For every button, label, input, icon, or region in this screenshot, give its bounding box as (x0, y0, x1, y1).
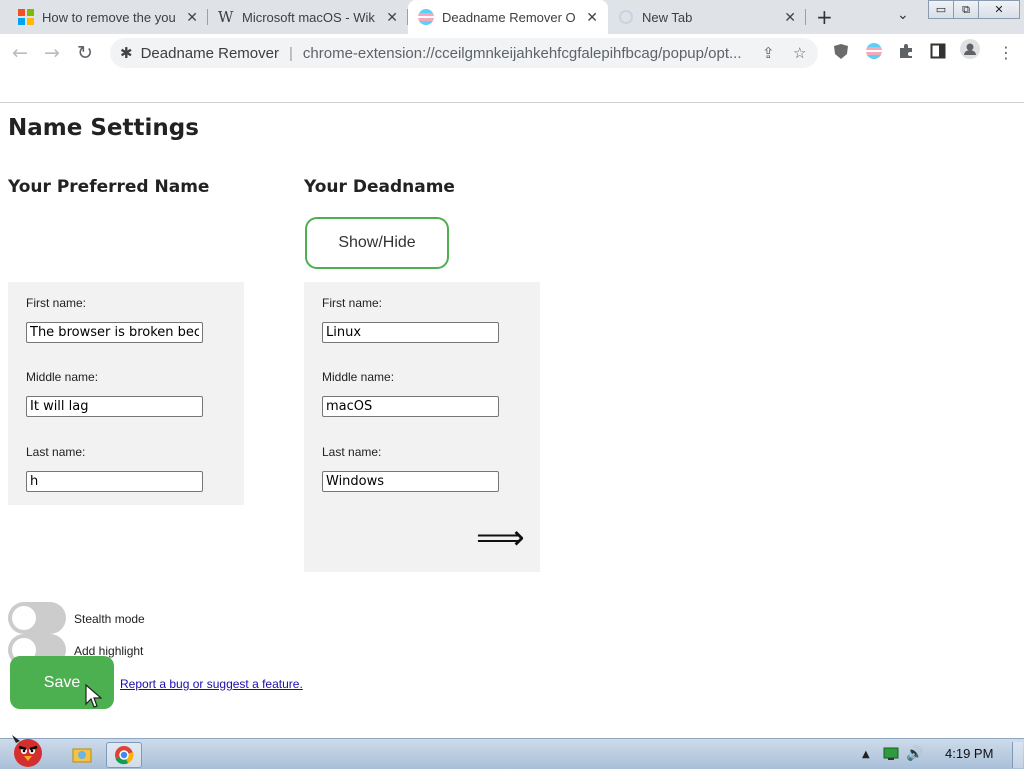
microsoft-icon (18, 9, 34, 25)
middle-name-label: Middle name: (322, 370, 395, 384)
ublock-icon[interactable] (833, 43, 849, 64)
browser-toolbar: ← → ↻ ✱ Deadname Remover | chrome-extens… (0, 34, 1024, 72)
first-name-label: First name: (322, 296, 383, 310)
restore-button[interactable]: ⧉ (953, 0, 979, 19)
trans-flag-icon (418, 9, 434, 25)
taskbar: ▲ 🔊 4:19 PM (0, 735, 1024, 769)
tab-close-icon[interactable]: ✕ (784, 9, 796, 26)
first-name-label: First name: (26, 296, 87, 310)
loading-icon (618, 9, 634, 25)
url-text: chrome-extension://cceilgmnkeijahkehfcgf… (302, 44, 742, 62)
preferred-last-name-input[interactable] (26, 471, 203, 492)
preferred-name-panel: First name: Middle name: Last name: (8, 282, 244, 505)
network-icon[interactable] (882, 742, 900, 766)
tab-deadname-remover[interactable]: Deadname Remover Op ✕ (408, 0, 608, 34)
share-icon[interactable]: ⇪ (762, 44, 775, 62)
extension-puzzle-icon: ✱ (120, 45, 133, 62)
swap-arrow-icon[interactable]: ⟹ (476, 518, 525, 558)
deadname-first-name-input[interactable] (322, 322, 499, 343)
site-name: Deadname Remover (140, 44, 279, 62)
extensions-puzzle-icon[interactable] (898, 43, 914, 63)
profile-avatar-icon[interactable] (960, 39, 980, 63)
close-window-button[interactable]: ✕ (978, 0, 1020, 19)
toggle-knob (12, 606, 36, 630)
reload-icon[interactable]: ↻ (77, 42, 93, 64)
deadname-remover-extension-icon[interactable] (866, 43, 882, 63)
volume-icon[interactable]: 🔊 (906, 742, 923, 766)
preferred-middle-name-input[interactable] (26, 396, 203, 417)
chrome-taskbar-icon[interactable] (106, 742, 142, 768)
stealth-mode-toggle[interactable] (8, 602, 66, 634)
tab-title: Deadname Remover Op (442, 9, 576, 25)
tab-title: How to remove the you (42, 9, 176, 25)
deadname-last-name-input[interactable] (322, 471, 499, 492)
tab-title: New Tab (642, 9, 693, 25)
forward-icon[interactable]: → (44, 42, 60, 64)
show-hide-button[interactable]: Show/Hide (305, 217, 449, 269)
show-hidden-icons-icon[interactable]: ▲ (862, 742, 870, 766)
tab-title: Microsoft macOS - Wik (242, 9, 375, 25)
report-bug-link[interactable]: Report a bug or suggest a feature. (120, 677, 303, 691)
stealth-mode-label: Stealth mode (74, 612, 145, 626)
tab-how-to-remove[interactable]: How to remove the you ✕ (0, 0, 208, 34)
tab-search-dropdown-icon[interactable]: ⌄ (897, 7, 909, 23)
last-name-label: Last name: (322, 445, 382, 459)
wikipedia-icon: W (218, 8, 234, 26)
new-tab-button[interactable]: + (816, 5, 833, 29)
tab-strip: How to remove the you ✕ W Microsoft macO… (0, 0, 1024, 34)
page-divider (0, 102, 1024, 103)
tab-close-icon[interactable]: ✕ (586, 9, 598, 26)
back-icon[interactable]: ← (12, 42, 28, 64)
show-desktop-button[interactable] (1012, 742, 1023, 768)
menu-kebab-icon[interactable]: ⋮ (998, 43, 1014, 62)
middle-name-label: Middle name: (26, 370, 99, 384)
preferred-name-heading: Your Preferred Name (8, 177, 210, 197)
tab-new-tab[interactable]: New Tab ✕ (608, 0, 806, 34)
taskbar-clock[interactable]: 4:19 PM (945, 746, 993, 761)
file-explorer-icon[interactable] (70, 742, 94, 766)
deadname-middle-name-input[interactable] (322, 396, 499, 417)
mouse-cursor-icon (84, 683, 103, 714)
minimize-button[interactable]: ▭ (928, 0, 954, 19)
deadname-heading: Your Deadname (304, 177, 455, 197)
side-panel-icon[interactable] (930, 43, 946, 63)
bookmark-star-icon[interactable]: ☆ (793, 44, 806, 62)
preferred-first-name-input[interactable] (26, 322, 203, 343)
tab-close-icon[interactable]: ✕ (186, 9, 198, 26)
address-separator: | (288, 44, 293, 62)
start-button-angry-bird-icon[interactable] (4, 731, 48, 767)
tab-close-icon[interactable]: ✕ (386, 9, 398, 26)
address-bar[interactable]: ✱ Deadname Remover | chrome-extension://… (110, 38, 818, 68)
page-title: Name Settings (8, 115, 199, 141)
tab-wikipedia[interactable]: W Microsoft macOS - Wik ✕ (208, 0, 408, 34)
last-name-label: Last name: (26, 445, 86, 459)
